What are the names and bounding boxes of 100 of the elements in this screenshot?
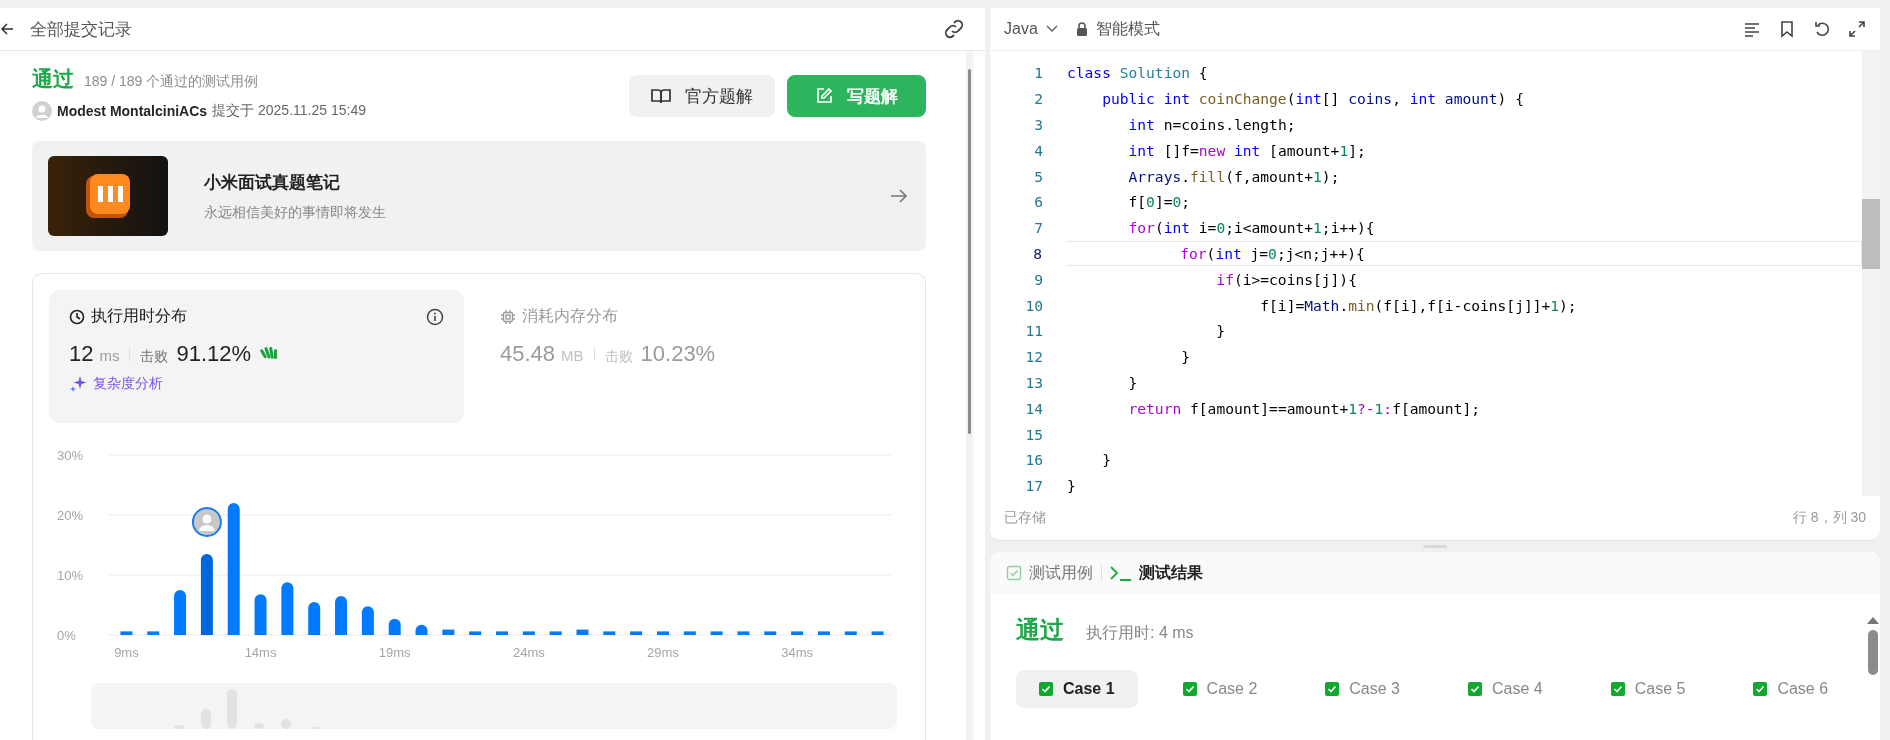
chart-bar[interactable]	[656, 631, 669, 635]
chart-bar[interactable]	[227, 503, 240, 635]
chart-bar[interactable]	[764, 631, 777, 635]
chart-bar[interactable]	[120, 631, 133, 635]
code-line: }	[1101, 451, 1111, 469]
code-line: int n=coins.length;	[1127, 116, 1296, 133]
mode-button[interactable]: 智能模式	[1075, 18, 1160, 40]
chart-bar[interactable]	[603, 631, 616, 635]
expand-icon[interactable]	[1848, 20, 1866, 38]
chart-bar[interactable]	[200, 554, 213, 635]
code-line: }	[1127, 373, 1138, 391]
chart-bar[interactable]	[281, 582, 294, 635]
info-icon[interactable]	[426, 307, 444, 326]
line-number: 12	[1024, 348, 1043, 366]
chart-bar[interactable]	[683, 631, 696, 635]
axis-label: 24ms	[512, 645, 545, 660]
chart-bar[interactable]	[576, 629, 589, 635]
chart-bar[interactable]	[817, 631, 830, 635]
stat-unit: ms	[99, 347, 120, 364]
stat-title: 执行用时分布	[91, 306, 188, 326]
book-icon	[651, 87, 671, 105]
axis-label: 14ms	[244, 645, 277, 660]
code-line: for(int i=0;i<amount+1;i++){	[1127, 219, 1375, 237]
code-line: for(int j=0;j<n;j++){	[1179, 244, 1365, 262]
status-text: 通过	[32, 66, 74, 92]
scrollbar[interactable]	[966, 51, 973, 740]
chart-bar[interactable]	[147, 631, 160, 635]
chart-bar[interactable]	[388, 618, 401, 635]
stat-tab[interactable]: 执行用时分布 12 ms 击败 91.12% 复杂度分析	[49, 290, 464, 423]
beat-label: 击败	[140, 348, 169, 366]
code-line: public int coinChange(int[] coins, int amount) {	[1101, 90, 1524, 108]
chart-bar[interactable]	[737, 631, 750, 635]
complexity-link[interactable]: 复杂度分析	[69, 375, 163, 393]
undo-icon[interactable]	[1813, 20, 1831, 38]
beat-value: 10.23%	[640, 341, 716, 367]
runtime-text: 执行用时: 4 ms	[1086, 623, 1194, 643]
user-name[interactable]: Modest MontalciniACs	[57, 103, 208, 119]
code-line: int []f=new int [amount+1];	[1127, 141, 1366, 159]
chart-bar[interactable]	[308, 602, 321, 635]
case-tab[interactable]: Case 3	[1302, 670, 1423, 708]
stat-tab[interactable]: 消耗内存分布 45.48 MB 击败 10.23%	[480, 290, 895, 423]
back-icon[interactable]	[0, 22, 14, 36]
sparkle-icon	[69, 375, 87, 393]
code-line: }	[1180, 348, 1190, 366]
chart-bar[interactable]	[361, 606, 374, 635]
line-number: 10	[1024, 296, 1043, 314]
solution-button[interactable]: 官方题解	[629, 75, 775, 117]
case-tab[interactable]: Case 6	[1730, 670, 1852, 708]
case-tab[interactable]: Case 5	[1587, 670, 1709, 708]
console-tab[interactable]: 测试结果	[1110, 562, 1203, 584]
chart-bar[interactable]	[791, 631, 804, 635]
language-dropdown[interactable]: Java	[1004, 20, 1058, 38]
chart-bar[interactable]	[415, 624, 428, 635]
axis-label: 29ms	[647, 645, 679, 660]
line-number: 5	[1033, 167, 1043, 185]
banner-card[interactable]: 小米面试真题笔记 永远相信美好的事情即将发生	[32, 141, 926, 251]
bookmark-icon[interactable]	[1778, 20, 1796, 38]
line-number: 13	[1024, 373, 1043, 391]
code-line: }	[1215, 322, 1226, 340]
terminal-icon	[1110, 565, 1132, 581]
axis-label: 10%	[57, 568, 84, 583]
chart-bar[interactable]	[469, 631, 482, 635]
line-number: 1	[1033, 64, 1043, 82]
chart-bar[interactable]	[442, 629, 455, 635]
status-text: 通过	[1016, 615, 1064, 645]
chart-bar[interactable]	[630, 631, 643, 635]
axis-label: 9ms	[114, 645, 139, 660]
clock-icon	[69, 308, 85, 325]
code-line: }	[1067, 477, 1076, 495]
write-solution-button[interactable]: 写题解	[787, 75, 926, 117]
banner-subtitle: 永远相信美好的事情即将发生	[204, 203, 387, 222]
line-number: 7	[1033, 219, 1043, 237]
chart-bar[interactable]	[254, 594, 267, 635]
line-number: 8	[1032, 244, 1042, 262]
save-status: 已存储	[1004, 509, 1046, 527]
chart-bar[interactable]	[174, 590, 187, 635]
case-tab[interactable]: Case 2	[1159, 670, 1281, 708]
chart-bar[interactable]	[335, 596, 348, 635]
console-tab[interactable]: 测试用例	[1006, 562, 1093, 584]
format-icon[interactable]	[1743, 20, 1761, 38]
chart-bar[interactable]	[522, 631, 535, 635]
arrow-right-icon	[890, 188, 908, 204]
stat-unit: MB	[561, 347, 584, 364]
lock-icon	[1075, 22, 1088, 36]
chart-bar[interactable]	[844, 631, 857, 635]
scrollbar[interactable]	[1862, 51, 1880, 496]
link-icon[interactable]	[943, 18, 965, 40]
banner-title: 小米面试真题笔记	[204, 171, 341, 194]
chart-bar[interactable]	[549, 631, 562, 635]
code-line: class Solution {	[1067, 64, 1208, 82]
stat-title: 消耗内存分布	[522, 306, 619, 326]
edit-icon	[815, 87, 833, 105]
case-tab[interactable]: Case 4	[1445, 670, 1566, 708]
case-tab[interactable]: Case 1	[1016, 670, 1138, 708]
chart-bar[interactable]	[710, 631, 723, 635]
page-title: 全部提交记录	[30, 18, 133, 41]
line-number: 9	[1033, 270, 1043, 288]
line-number: 6	[1033, 193, 1043, 211]
chart-bar[interactable]	[871, 631, 884, 635]
avatar-marker	[191, 507, 222, 537]
